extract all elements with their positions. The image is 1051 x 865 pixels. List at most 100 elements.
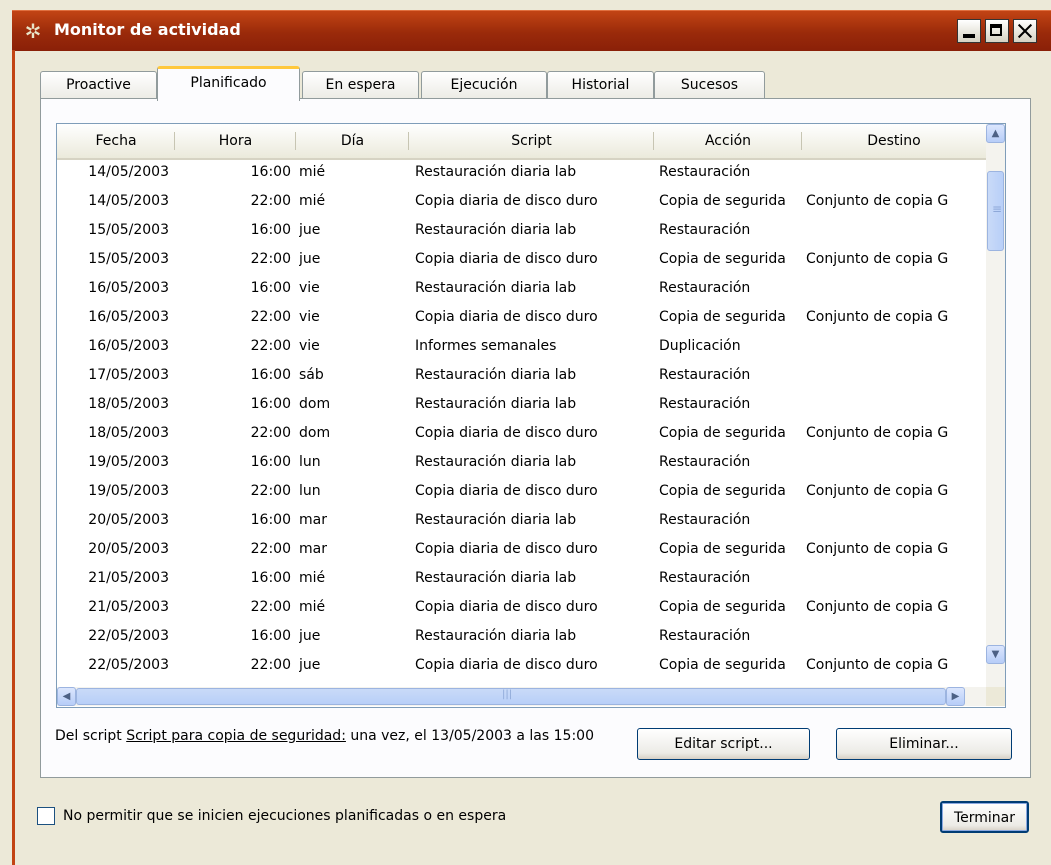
schedule-info: Del script Script para copia de segurida…: [55, 725, 625, 747]
table-row[interactable]: 22/05/2003 22:00 jue Copia diaria de disco …: [57, 653, 986, 682]
cell-destino: [806, 218, 986, 247]
cell-script: Restauración diaria lab: [415, 396, 577, 412]
table-row[interactable]: 15/05/2003 16:00 jue Restauración diaria la…: [57, 218, 986, 247]
column-header-dia[interactable]: Día: [296, 124, 409, 158]
scrollbar-corner: [986, 687, 1005, 706]
disable-scheduled-checkbox[interactable]: [37, 807, 55, 825]
table-row[interactable]: 19/05/2003 16:00 lun Restauración diaria la…: [57, 450, 986, 479]
tab-ejecucion[interactable]: Ejecución: [421, 71, 547, 99]
cell-destino: Conjunto de copia G: [806, 425, 949, 441]
table-row[interactable]: 22/05/2003 16:00 jue Restauración diaria la…: [57, 624, 986, 653]
column-header-fecha[interactable]: Fecha: [57, 124, 175, 158]
vertical-scroll-thumb[interactable]: [987, 171, 1004, 251]
scroll-right-icon[interactable]: ▶: [946, 687, 965, 706]
cell-script: Restauración diaria lab: [415, 570, 577, 586]
table-row[interactable]: 21/05/2003 22:00 mié Copia diaria de disco …: [57, 595, 986, 624]
cell-script: Copia diaria de disco duro: [415, 541, 598, 557]
cell-hora: 16:00: [250, 280, 291, 296]
cell-dia: dom: [299, 425, 331, 441]
cell-hora: 16:00: [250, 164, 291, 180]
table-row[interactable]: 16/05/2003 16:00 vie Restauración diaria la…: [57, 276, 986, 305]
cell-dia: vie: [299, 309, 320, 325]
tab-sucesos[interactable]: Sucesos: [654, 71, 765, 99]
tab-en-espera[interactable]: En espera: [302, 71, 419, 99]
cell-hora: 22:00: [250, 251, 291, 267]
minimize-button[interactable]: [957, 19, 981, 43]
finish-button[interactable]: Terminar: [940, 801, 1029, 833]
vertical-scrollbar[interactable]: ▲ ▼: [986, 124, 1005, 687]
cell-fecha: 18/05/2003: [88, 396, 169, 412]
table-row[interactable]: 19/05/2003 22:00 lun Copia diaria de disco …: [57, 479, 986, 508]
cell-dia: lun: [299, 454, 321, 470]
gear-icon: ✲: [24, 19, 42, 43]
cell-script: Restauración diaria lab: [415, 454, 577, 470]
cell-dia: jue: [299, 657, 321, 673]
cell-destino: Conjunto de copia G: [806, 483, 949, 499]
cell-script: Copia diaria de disco duro: [415, 599, 598, 615]
table-row[interactable]: 16/05/2003 22:00 vie Informes semanales Dupl…: [57, 334, 986, 363]
cell-fecha: 14/05/2003: [88, 193, 169, 209]
column-header-script[interactable]: Script: [409, 124, 654, 158]
cell-script: Informes semanales: [415, 338, 557, 354]
cell-destino: [806, 566, 986, 595]
list-header: Fecha Hora Día Script Acción Destino: [57, 124, 986, 160]
cell-dia: mar: [299, 512, 327, 528]
disable-scheduled-label: No permitir que se inicien ejecuciones p…: [63, 808, 507, 824]
list-rows: 14/05/2003 16:00 mié Restauración diaria la…: [57, 160, 986, 682]
cell-fecha: 15/05/2003: [88, 222, 169, 238]
close-button[interactable]: [1013, 19, 1037, 43]
cell-accion: Copia de segurida: [659, 309, 786, 325]
cell-script: Restauración diaria lab: [415, 628, 577, 644]
cell-hora: 22:00: [250, 338, 291, 354]
cell-fecha: 22/05/2003: [88, 657, 169, 673]
tab-proactive[interactable]: Proactive: [40, 71, 157, 99]
cell-fecha: 19/05/2003: [88, 454, 169, 470]
cell-hora: 16:00: [250, 628, 291, 644]
cell-script: Copia diaria de disco duro: [415, 193, 598, 209]
table-row[interactable]: 16/05/2003 22:00 vie Copia diaria de disco …: [57, 305, 986, 334]
scroll-left-icon[interactable]: ◀: [57, 687, 76, 706]
table-row[interactable]: 14/05/2003 22:00 mié Copia diaria de disco …: [57, 189, 986, 218]
cell-destino: [806, 160, 986, 189]
scheduled-list[interactable]: Fecha Hora Día Script Acción Destino 14/…: [56, 123, 1006, 708]
cell-hora: 16:00: [250, 454, 291, 470]
tab-historial[interactable]: Historial: [547, 71, 654, 99]
cell-accion: Restauración: [659, 512, 751, 528]
info-prefix: Del script: [55, 728, 127, 744]
table-row[interactable]: 18/05/2003 16:00 dom Restauración diaria la…: [57, 392, 986, 421]
table-row[interactable]: 21/05/2003 16:00 mié Restauración diaria la…: [57, 566, 986, 595]
table-row[interactable]: 20/05/2003 16:00 mar Restauración diaria la…: [57, 508, 986, 537]
column-header-destino[interactable]: Destino: [802, 124, 986, 158]
delete-button[interactable]: Eliminar...: [836, 728, 1012, 760]
scroll-down-icon[interactable]: ▼: [986, 645, 1005, 664]
cell-destino: [806, 450, 986, 479]
table-row[interactable]: 14/05/2003 16:00 mié Restauración diaria la…: [57, 160, 986, 189]
cell-dia: vie: [299, 280, 320, 296]
cell-destino: Conjunto de copia G: [806, 309, 949, 325]
table-row[interactable]: 17/05/2003 16:00 sáb Restauración diaria la…: [57, 363, 986, 392]
scroll-up-icon[interactable]: ▲: [986, 124, 1005, 143]
maximize-button[interactable]: [985, 19, 1009, 43]
cell-hora: 16:00: [250, 222, 291, 238]
table-row[interactable]: 18/05/2003 22:00 dom Copia diaria de disco …: [57, 421, 986, 450]
tab-planificado[interactable]: Planificado: [157, 66, 300, 101]
horizontal-scroll-thumb[interactable]: [76, 688, 946, 705]
cell-accion: Restauración: [659, 454, 751, 470]
cell-fecha: 22/05/2003: [88, 628, 169, 644]
horizontal-scrollbar[interactable]: ◀ ▶: [57, 687, 986, 706]
column-header-hora[interactable]: Hora: [175, 124, 296, 158]
cell-fecha: 17/05/2003: [88, 367, 169, 383]
cell-accion: Restauración: [659, 164, 751, 180]
edit-script-button[interactable]: Editar script...: [637, 728, 810, 760]
cell-dia: jue: [299, 628, 321, 644]
cell-accion: Copia de segurida: [659, 483, 786, 499]
window-title-bar[interactable]: ✲ Monitor de actividad: [12, 10, 1051, 51]
table-row[interactable]: 15/05/2003 22:00 jue Copia diaria de disco …: [57, 247, 986, 276]
info-suffix: una vez, el 13/05/2003 a las 15:00: [345, 728, 594, 744]
cell-hora: 22:00: [250, 483, 291, 499]
script-link[interactable]: Script para copia de seguridad:: [126, 728, 346, 744]
cell-accion: Duplicación: [659, 338, 741, 354]
column-header-accion[interactable]: Acción: [654, 124, 802, 158]
cell-accion: Restauración: [659, 570, 751, 586]
table-row[interactable]: 20/05/2003 22:00 mar Copia diaria de disco …: [57, 537, 986, 566]
